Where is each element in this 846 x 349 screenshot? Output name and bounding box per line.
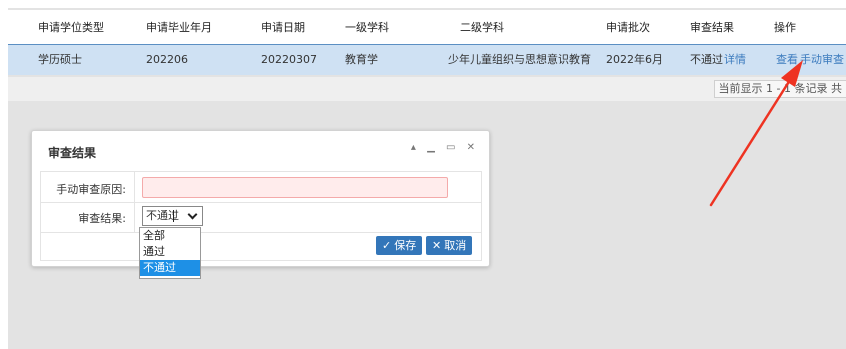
annotation-arrow-icon xyxy=(709,60,803,207)
